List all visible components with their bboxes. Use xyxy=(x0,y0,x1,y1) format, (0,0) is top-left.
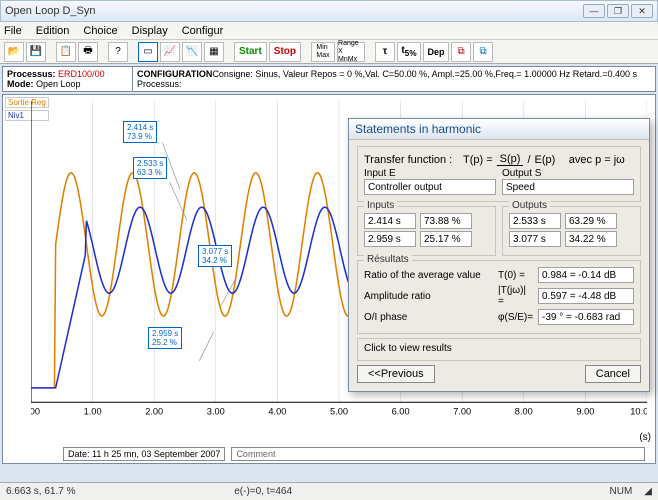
svg-text:7.00: 7.00 xyxy=(453,407,471,417)
processus-label: Processus: xyxy=(7,69,56,79)
marker-1[interactable]: 2.414 s73.9 % xyxy=(123,121,157,143)
t5-icon[interactable]: t5% xyxy=(397,42,421,62)
processus-value: ERD100/00 xyxy=(58,69,105,79)
maximize-button[interactable]: ❐ xyxy=(607,4,629,18)
mode-label: Mode: xyxy=(7,79,34,89)
copy-icon[interactable]: 📋 xyxy=(56,42,76,62)
marker-2[interactable]: 2.533 s63.3 % xyxy=(133,157,167,179)
status-mid: e(-)=0, t=464 xyxy=(234,486,292,497)
svg-text:10.00: 10.00 xyxy=(630,407,647,417)
config-label: CONFIGURATION xyxy=(137,69,212,79)
titlebar: Open Loop D_Syn — ❐ ✕ xyxy=(0,0,658,22)
in2-val[interactable]: 25.17 % xyxy=(420,231,472,247)
in1-time[interactable]: 2.414 s xyxy=(364,213,416,229)
svg-text:8.00: 8.00 xyxy=(515,407,533,417)
in2-time[interactable]: 2.959 s xyxy=(364,231,416,247)
in1-val[interactable]: 73.88 % xyxy=(420,213,472,229)
input-e-field[interactable]: Controller output xyxy=(364,179,496,195)
minimize-button[interactable]: — xyxy=(583,4,605,18)
dialog-title: Statements in harmonic xyxy=(349,119,649,140)
statusbar: 6.663 s, 61.7 % e(-)=0, t=464 NUM ◢ xyxy=(0,482,658,500)
config-text: Consigne: Sinus, Valeur Repos = 0 %,Val.… xyxy=(212,69,637,79)
out2-val[interactable]: 34.22 % xyxy=(565,231,617,247)
ratio-label: Ratio of the average value xyxy=(364,270,494,281)
info-bar: Processus: ERD100/00 Mode: Open Loop CON… xyxy=(2,66,656,92)
toolbar: 📂 💾 📋 🖶 ? ▭ 📈 📉 ▦ Start Stop MinMax Rang… xyxy=(0,40,658,64)
amp-label: Amplitude ratio xyxy=(364,291,494,302)
help-icon[interactable]: ? xyxy=(108,42,128,62)
t0-value: 0.984 = -0.14 dB xyxy=(538,267,634,283)
dep-icon[interactable]: Dep xyxy=(423,42,449,62)
svg-text:6.00: 6.00 xyxy=(392,407,410,417)
resize-grip-icon[interactable]: ◢ xyxy=(644,486,652,497)
input-e-label: Input E xyxy=(364,168,396,179)
minmax-icon[interactable]: MinMax xyxy=(311,42,335,62)
phase-label: O/I phase xyxy=(364,312,494,323)
window-title: Open Loop D_Syn xyxy=(5,5,583,17)
stop-button[interactable]: Stop xyxy=(269,42,301,62)
window-icon[interactable]: ▭ xyxy=(138,42,158,62)
red-chart-icon[interactable]: ⧉ xyxy=(451,42,471,62)
mode-value: Open Loop xyxy=(36,79,81,89)
processus2: Processus: xyxy=(137,79,651,89)
svg-text:0.00: 0.00 xyxy=(31,407,40,417)
start-button[interactable]: Start xyxy=(234,42,267,62)
status-left: 6.663 s, 61.7 % xyxy=(6,486,76,497)
svg-text:4.00: 4.00 xyxy=(268,407,286,417)
cancel-button[interactable]: Cancel xyxy=(585,365,641,383)
window-buttons: — ❐ ✕ xyxy=(583,4,653,18)
amp-value: 0.597 = -4.48 dB xyxy=(538,288,634,304)
x-axis-unit: (s) xyxy=(639,432,651,443)
chart1-icon[interactable]: 📈 xyxy=(160,42,180,62)
tau-icon[interactable]: τ xyxy=(375,42,395,62)
out1-time[interactable]: 2.533 s xyxy=(509,213,561,229)
chart2-icon[interactable]: 📉 xyxy=(182,42,202,62)
bottom-strip: Date: 11 h 25 mn, 03 September 2007 Comm… xyxy=(63,447,645,461)
svg-text:9.00: 9.00 xyxy=(576,407,594,417)
output-s-field[interactable]: Speed xyxy=(502,179,634,195)
status-num: NUM xyxy=(610,486,633,497)
svg-text:5.00: 5.00 xyxy=(330,407,348,417)
output-s-label: Output S xyxy=(502,168,541,179)
comment-field[interactable]: Comment xyxy=(231,447,645,461)
svg-text:2.00: 2.00 xyxy=(145,407,163,417)
menu-choice[interactable]: Choice xyxy=(83,25,117,37)
menu-configur[interactable]: Configur xyxy=(182,25,224,37)
harmonic-dialog[interactable]: Statements in harmonic Transfer function… xyxy=(348,118,650,392)
previous-button[interactable]: <<Previous xyxy=(357,365,435,383)
marker-4[interactable]: 2.959 s25.2 % xyxy=(148,327,182,349)
out1-val[interactable]: 63.29 % xyxy=(565,213,617,229)
close-button[interactable]: ✕ xyxy=(631,4,653,18)
menubar: File Edition Choice Display Configur xyxy=(0,22,658,40)
grid-icon[interactable]: ▦ xyxy=(204,42,224,62)
marker-3[interactable]: 3.077 s34.2 % xyxy=(198,245,232,267)
svg-text:1.00: 1.00 xyxy=(84,407,102,417)
date-field[interactable]: Date: 11 h 25 mn, 03 September 2007 xyxy=(63,447,225,461)
click-results[interactable]: Click to view results xyxy=(357,338,641,361)
menu-display[interactable]: Display xyxy=(132,25,168,37)
save-icon[interactable]: 💾 xyxy=(26,42,46,62)
blue-chart-icon[interactable]: ⧉ xyxy=(473,42,493,62)
phase-value: -39 ° = -0.683 rad xyxy=(538,309,634,325)
tf-label: Transfer function : xyxy=(364,154,452,166)
svg-text:3.00: 3.00 xyxy=(207,407,225,417)
open-icon[interactable]: 📂 xyxy=(4,42,24,62)
menu-edition[interactable]: Edition xyxy=(36,25,70,37)
rangex-icon[interactable]: Range XMnMx xyxy=(337,42,365,62)
out2-time[interactable]: 3.077 s xyxy=(509,231,561,247)
menu-file[interactable]: File xyxy=(4,25,22,37)
print-icon[interactable]: 🖶 xyxy=(78,42,98,62)
